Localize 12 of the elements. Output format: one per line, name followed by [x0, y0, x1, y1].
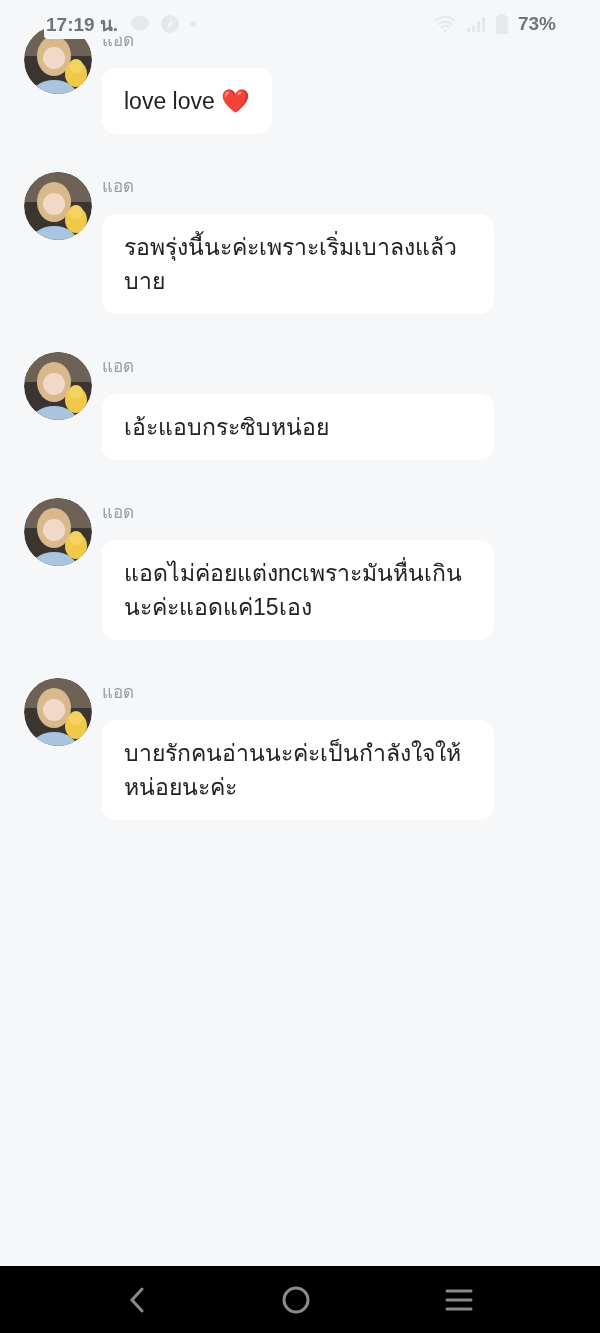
message-bubble: แอดไม่ค่อยแต่งncเพราะมันหื่นเกินนะค่ะแอดแค่15เอง	[102, 540, 494, 640]
sender-name: แอด	[102, 177, 134, 197]
sender-name: แอด	[102, 357, 134, 377]
home-icon[interactable]	[282, 1285, 310, 1314]
battery-percentage: 73%	[517, 13, 556, 35]
sender-name: แอด	[102, 503, 134, 523]
message-bubble: บายรักคนอ่านนะค่ะเป็นกำลังใจให้หน่อยนะค่ะ	[102, 720, 494, 820]
message-bubble: รอพรุ่งนี้นะค่ะเพราะเริ่มเบาลงแล้วบาย	[102, 214, 494, 314]
sender-name: แอด	[102, 683, 134, 703]
menu-icon[interactable]	[444, 1287, 473, 1312]
message-bubble: love love ❤	[102, 68, 273, 134]
message-bubble: เอ้ะแอบกระซิบหน่อย	[102, 394, 494, 460]
